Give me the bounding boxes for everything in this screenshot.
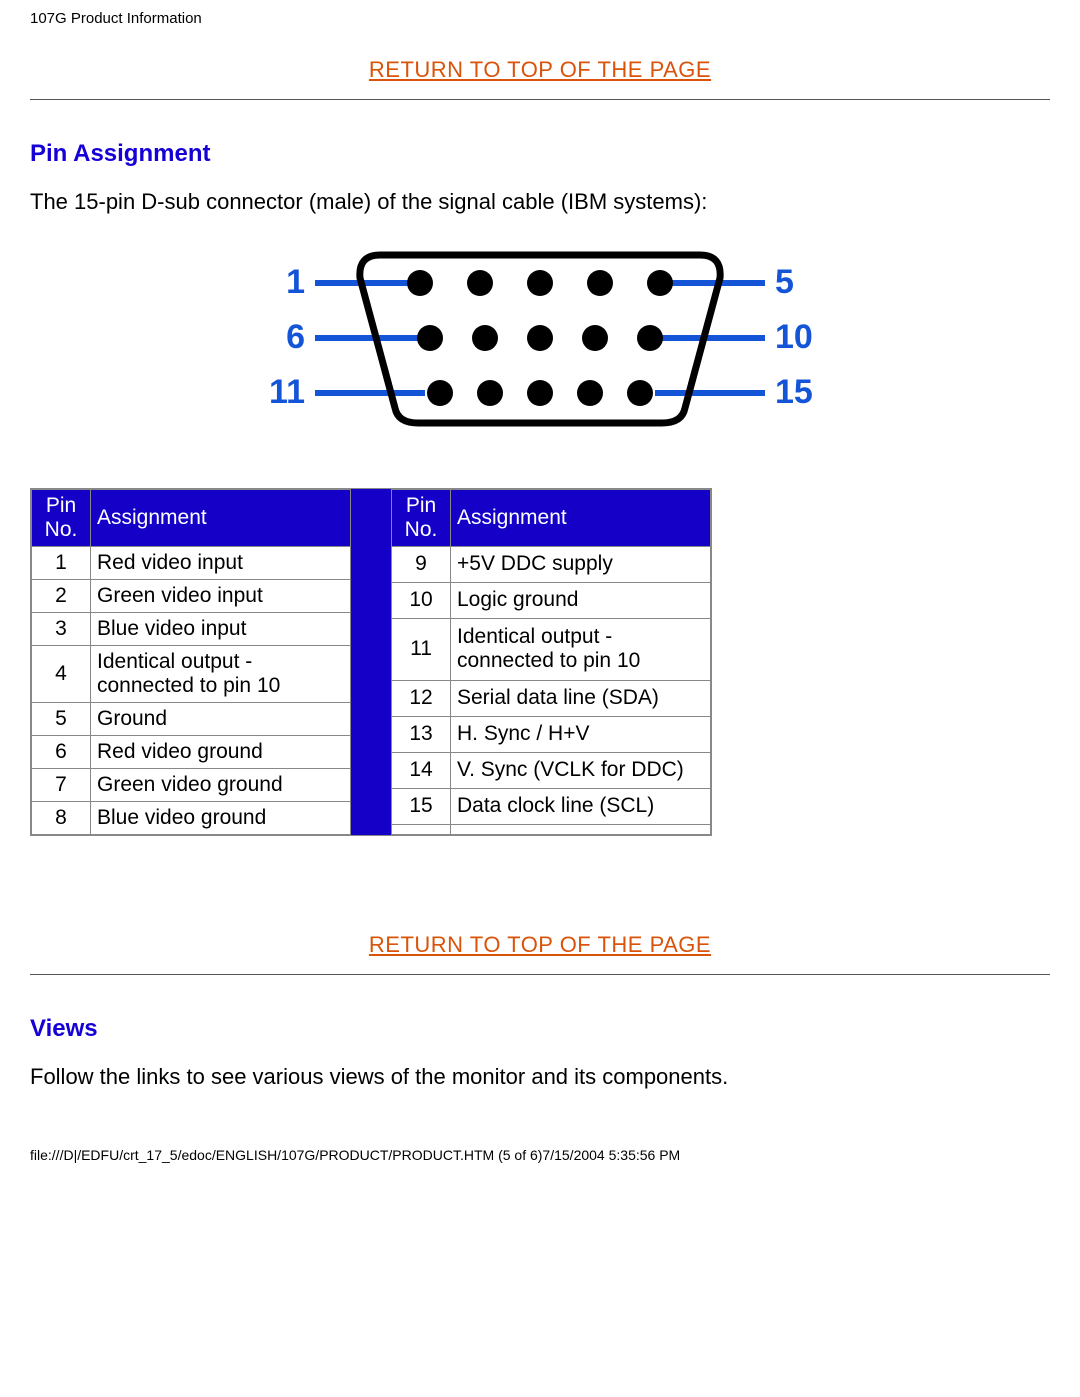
- table-row: 5Ground: [32, 702, 351, 735]
- table-row: 3Blue video input: [32, 612, 351, 645]
- table-separator: [351, 489, 391, 835]
- table-row: 6Red video ground: [32, 735, 351, 768]
- pin-number: 8: [32, 801, 91, 834]
- pin-assignment-value: Green video ground: [91, 768, 351, 801]
- pin-assignment-value: V. Sync (VCLK for DDC): [451, 752, 711, 788]
- pin-assignment-value: [451, 824, 711, 834]
- pin-assignment-value: +5V DDC supply: [451, 546, 711, 582]
- pin-assignment-value: Ground: [91, 702, 351, 735]
- diagram-label-10: 10: [775, 318, 813, 356]
- connector-diagram: 1 6 11 5 10 15: [30, 243, 1050, 438]
- return-top-link[interactable]: RETURN TO TOP OF THE PAGE: [369, 57, 711, 82]
- return-top-link-1-wrap: RETURN TO TOP OF THE PAGE: [30, 57, 1050, 83]
- table-row: 11Identical output - connected to pin 10: [392, 618, 711, 680]
- pin-table-left: Pin No. Assignment 1Red video input2Gree…: [31, 489, 351, 835]
- diagram-label-5: 5: [775, 263, 794, 301]
- pin-assignment-intro: The 15-pin D-sub connector (male) of the…: [30, 188, 1050, 217]
- diagram-label-15: 15: [775, 373, 813, 411]
- views-heading: Views: [30, 1015, 1050, 1043]
- table-row: 7Green video ground: [32, 768, 351, 801]
- table-row: 13H. Sync / H+V: [392, 716, 711, 752]
- page-footer-path: file:///D|/EDFU/crt_17_5/edoc/ENGLISH/10…: [0, 1137, 1080, 1173]
- page-header: 107G Product Information: [0, 0, 1080, 31]
- pin-assignment-heading: Pin Assignment: [30, 140, 1050, 168]
- pin-number: 3: [32, 612, 91, 645]
- pin-number: 6: [32, 735, 91, 768]
- table-row: 15Data clock line (SCL): [392, 788, 711, 824]
- diagram-label-1: 1: [286, 263, 305, 301]
- pin-assignment-value: H. Sync / H+V: [451, 716, 711, 752]
- pin-number: 10: [392, 582, 451, 618]
- table-row: 4Identical output - connected to pin 10: [32, 645, 351, 702]
- pin-assignment-value: Serial data line (SDA): [451, 680, 711, 716]
- pin-number: 2: [32, 579, 91, 612]
- table-row: 8Blue video ground: [32, 801, 351, 834]
- pin-assignment-value: Blue video input: [91, 612, 351, 645]
- pin-assignment-value: Blue video ground: [91, 801, 351, 834]
- pin-assignment-value: Green video input: [91, 579, 351, 612]
- views-intro: Follow the links to see various views of…: [30, 1063, 1050, 1092]
- pin-number: [392, 824, 451, 834]
- return-top-link[interactable]: RETURN TO TOP OF THE PAGE: [369, 932, 711, 957]
- table-row: 2Green video input: [32, 579, 351, 612]
- pin-assignment-value: Red video input: [91, 546, 351, 579]
- pin-number: 5: [32, 702, 91, 735]
- pin-number: 13: [392, 716, 451, 752]
- pin-number: 7: [32, 768, 91, 801]
- table-row: 1Red video input: [32, 546, 351, 579]
- table-row: 14V. Sync (VCLK for DDC): [392, 752, 711, 788]
- pin-assignment-value: Red video ground: [91, 735, 351, 768]
- table-row: 9+5V DDC supply: [392, 546, 711, 582]
- col-pin-no: Pin No.: [32, 489, 91, 546]
- dsub-connector-icon: 1 6 11 5 10 15: [230, 243, 850, 433]
- pin-number: 11: [392, 618, 451, 680]
- pin-number: 9: [392, 546, 451, 582]
- divider: [30, 974, 1050, 975]
- pin-number: 14: [392, 752, 451, 788]
- col-assignment: Assignment: [91, 489, 351, 546]
- pin-number: 12: [392, 680, 451, 716]
- table-row: 10Logic ground: [392, 582, 711, 618]
- return-top-link-2-wrap: RETURN TO TOP OF THE PAGE: [30, 932, 1050, 958]
- col-assignment: Assignment: [451, 489, 711, 546]
- pin-number: 1: [32, 546, 91, 579]
- pin-assignment-value: Identical output - connected to pin 10: [451, 618, 711, 680]
- pin-number: 15: [392, 788, 451, 824]
- col-pin-no: Pin No.: [392, 489, 451, 546]
- divider: [30, 99, 1050, 100]
- pin-table-right: Pin No. Assignment 9+5V DDC supply10Logi…: [391, 489, 711, 835]
- pin-assignment-value: Logic ground: [451, 582, 711, 618]
- pin-number: 4: [32, 645, 91, 702]
- diagram-label-6: 6: [286, 318, 305, 356]
- pin-assignment-value: Identical output - connected to pin 10: [91, 645, 351, 702]
- table-row: 12Serial data line (SDA): [392, 680, 711, 716]
- pin-assignment-value: Data clock line (SCL): [451, 788, 711, 824]
- diagram-label-11: 11: [269, 373, 305, 411]
- pin-assignment-table: Pin No. Assignment 1Red video input2Gree…: [30, 488, 712, 836]
- table-row: [392, 824, 711, 834]
